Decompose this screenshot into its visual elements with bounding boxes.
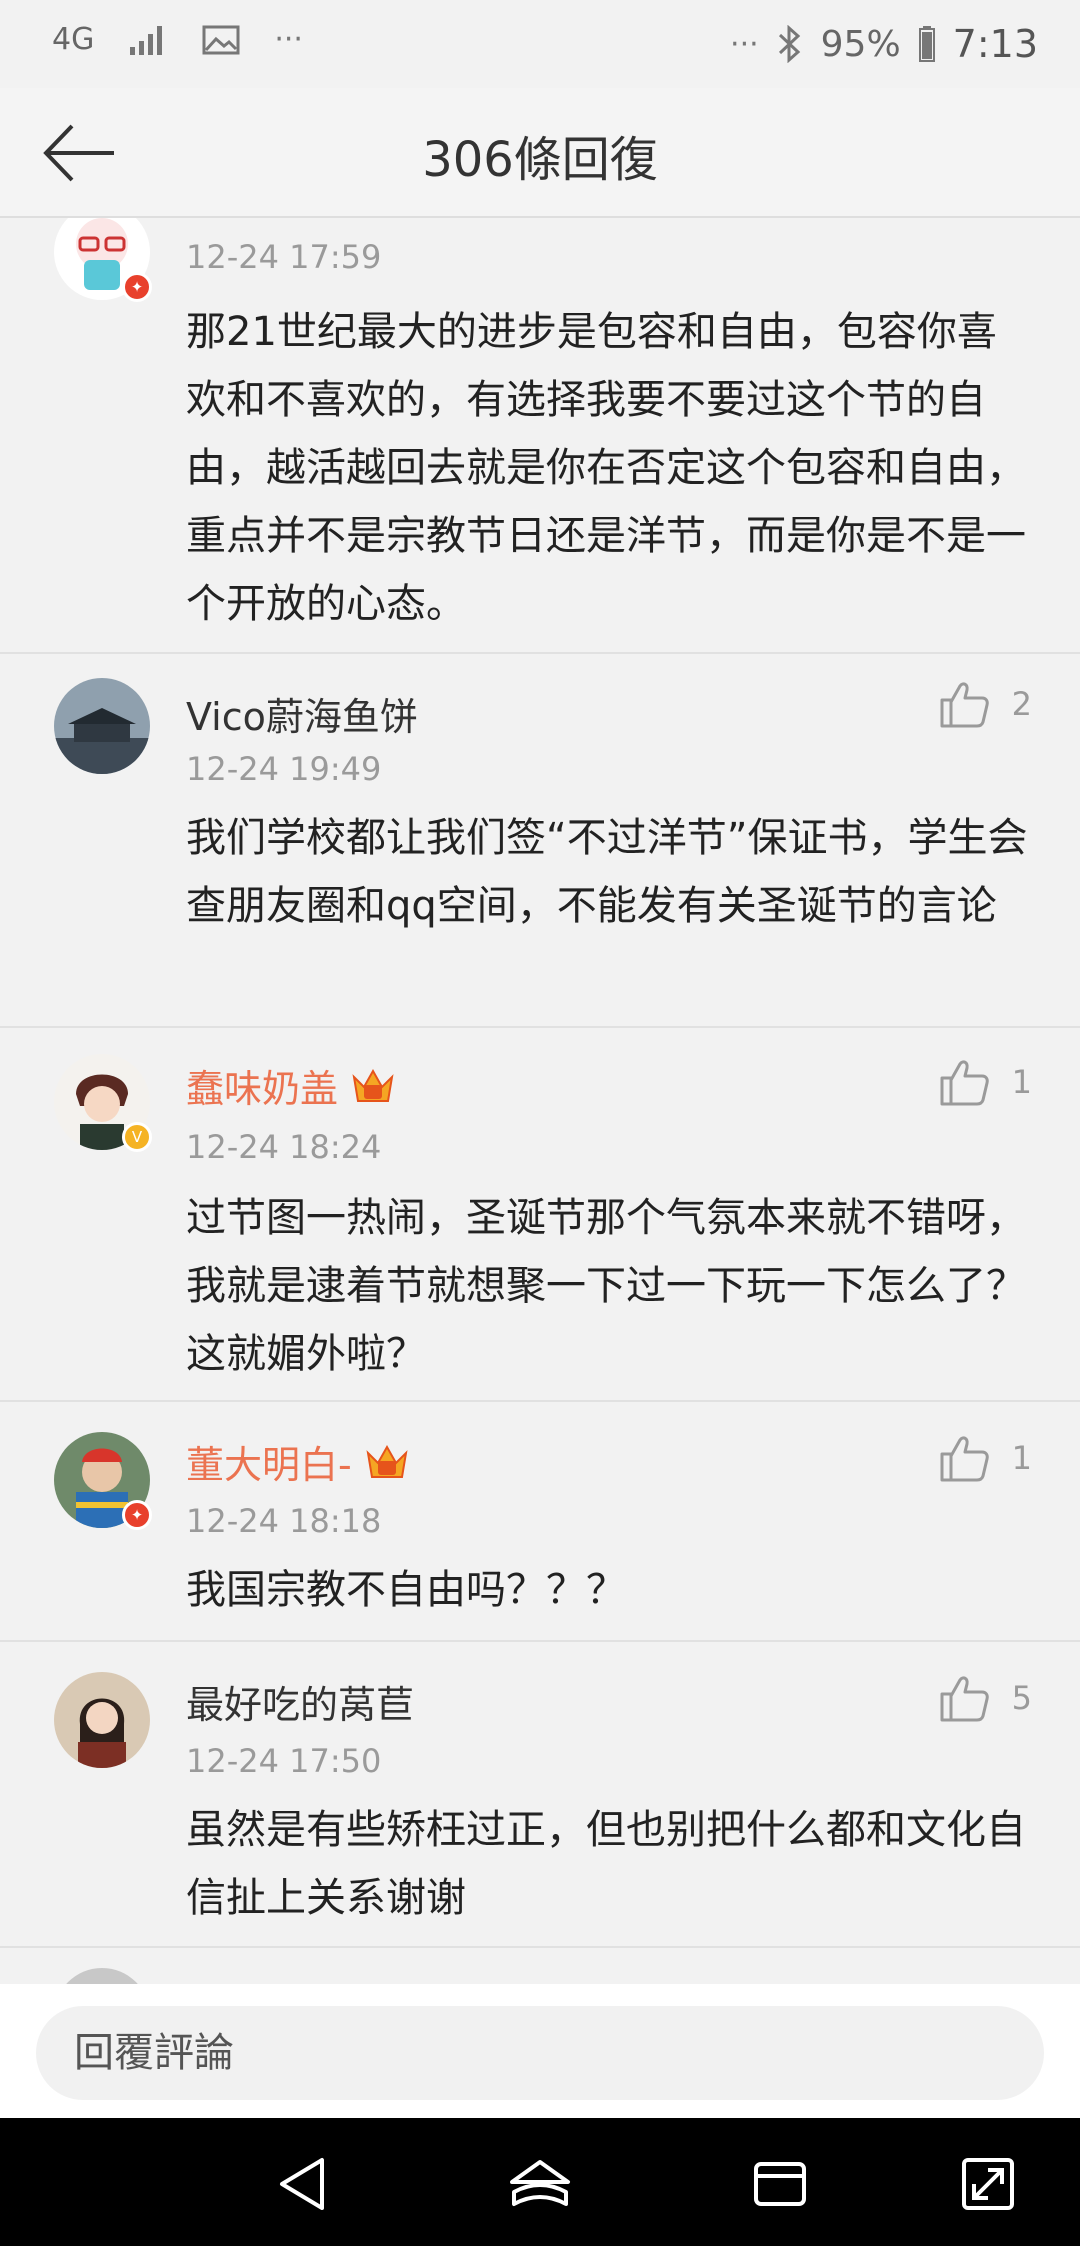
avatar-image	[54, 678, 150, 774]
battery-percent: 95%	[820, 23, 901, 65]
comment-item	[0, 1948, 1080, 1984]
avatar-image	[54, 1672, 150, 1768]
nav-recents-button[interactable]	[748, 2152, 812, 2216]
back-triangle-icon	[280, 2158, 324, 2210]
header: 306條回復	[0, 88, 1080, 218]
like-button[interactable]: 1	[938, 1432, 1032, 1484]
like-count: 2	[1011, 685, 1032, 723]
nav-expand-button[interactable]	[956, 2152, 1020, 2216]
like-count: 1	[1011, 1063, 1032, 1101]
avatar[interactable]	[54, 1672, 150, 1768]
status-bar: 4G ··· ··· 95% 7:13	[0, 0, 1080, 88]
recents-icon	[754, 2162, 806, 2206]
verified-badge: V	[122, 1122, 152, 1152]
comment-text: 那21世纪最大的进步是包容和自由，包容你喜欢和不喜欢的，有选择我要不要过这个节的…	[186, 309, 1026, 627]
comment-item: ✦ 12-24 17:59 那21世纪最大的进步是包容和自由，包容你喜欢和不喜欢…	[0, 218, 1080, 654]
more-icon: ···	[274, 22, 303, 57]
avatar[interactable]	[54, 1968, 150, 1984]
more-icon: ···	[730, 26, 759, 62]
home-icon	[510, 2160, 570, 2206]
comment-username[interactable]: 董大明白-	[186, 1434, 410, 1489]
comment-username[interactable]: 蠢味奶盖	[186, 1058, 396, 1113]
comment-text: 过节图一热闹，圣诞节那个气氛本来就不错呀，我就是逮着节就想聚一下过一下玩一下怎么…	[186, 1195, 1026, 1377]
username-text: 董大明白-	[186, 1443, 352, 1487]
crown-icon	[352, 1068, 394, 1102]
comment-timestamp: 12-24 17:50	[186, 1742, 382, 1780]
comment-item: ✦ 董大明白- 12-24 18:18 我国宗教不自由吗？？？ 1	[0, 1402, 1080, 1642]
thumbs-up-icon	[940, 1676, 989, 1722]
battery-icon	[918, 26, 935, 62]
like-count: 5	[1011, 1679, 1032, 1717]
network-type: 4G	[52, 21, 95, 57]
comment-username[interactable]: 最好吃的莴苣	[186, 1674, 414, 1729]
thumbs-up-icon	[940, 682, 989, 728]
image-icon	[202, 25, 240, 54]
comment-timestamp: 12-24 19:49	[186, 750, 382, 788]
avatar[interactable]: V	[54, 1054, 152, 1152]
status-left: 4G ···	[52, 22, 303, 57]
avatar[interactable]	[54, 678, 150, 774]
expand-icon	[962, 2158, 1014, 2210]
comment-item: V 蠢味奶盖 12-24 18:24 过节图一热闹，圣诞节那个气氛本来就不错呀，…	[0, 1028, 1080, 1402]
comment-list[interactable]: ✦ 12-24 17:59 那21世纪最大的进步是包容和自由，包容你喜欢和不喜欢…	[0, 218, 1080, 1984]
avatar-image	[54, 1968, 150, 1984]
signal-icon	[130, 25, 163, 55]
comment-text: 我们学校都让我们签“不过洋节”保证书，学生会查朋友圈和qq空间，不能发有关圣诞节…	[186, 815, 1028, 929]
username-text: 蠢味奶盖	[186, 1067, 339, 1111]
comment-timestamp: 12-24 18:24	[186, 1128, 382, 1166]
thumbs-up-icon	[940, 1060, 989, 1106]
username-text: 最好吃的莴苣	[186, 1683, 415, 1727]
system-nav-bar	[0, 2118, 1080, 2246]
comment-username[interactable]: Vico蔚海鱼饼	[186, 686, 418, 741]
like-count: 1	[1011, 1439, 1032, 1477]
comment-timestamp: 12-24 18:18	[186, 1502, 382, 1540]
crown-icon	[366, 1444, 408, 1478]
username-text: Vico蔚海鱼饼	[186, 695, 418, 739]
like-button[interactable]: 2	[938, 678, 1032, 730]
nav-back-button[interactable]	[272, 2152, 336, 2216]
avatar[interactable]: ✦	[54, 1432, 152, 1530]
reply-bar: 回覆評論	[0, 1984, 1080, 2118]
comment-item: Vico蔚海鱼饼 12-24 19:49 我们学校都让我们签“不过洋节”保证书，…	[0, 654, 1080, 1028]
verified-badge: ✦	[122, 1500, 152, 1530]
comment-timestamp: 12-24 17:59	[186, 238, 382, 276]
verified-badge: ✦	[122, 272, 152, 302]
avatar[interactable]: ✦	[54, 218, 152, 302]
thumbs-up-icon	[940, 1436, 989, 1482]
page-title: 306條回復	[422, 132, 658, 188]
comment-text: 虽然是有些矫枉过正，但也别把什么都和文化自信扯上关系谢谢	[186, 1807, 1026, 1921]
nav-home-button[interactable]	[508, 2152, 572, 2216]
comment-item: 最好吃的莴苣 12-24 17:50 虽然是有些矫枉过正，但也别把什么都和文化自…	[0, 1642, 1080, 1948]
like-button[interactable]: 1	[938, 1056, 1032, 1108]
clock: 7:13	[952, 22, 1038, 66]
like-button[interactable]: 5	[938, 1672, 1032, 1724]
reply-input[interactable]: 回覆評論	[36, 2006, 1044, 2100]
bluetooth-icon	[778, 25, 800, 63]
status-right: ··· 95% 7:13	[730, 22, 1038, 66]
comment-text: 我国宗教不自由吗？？？	[186, 1567, 626, 1613]
